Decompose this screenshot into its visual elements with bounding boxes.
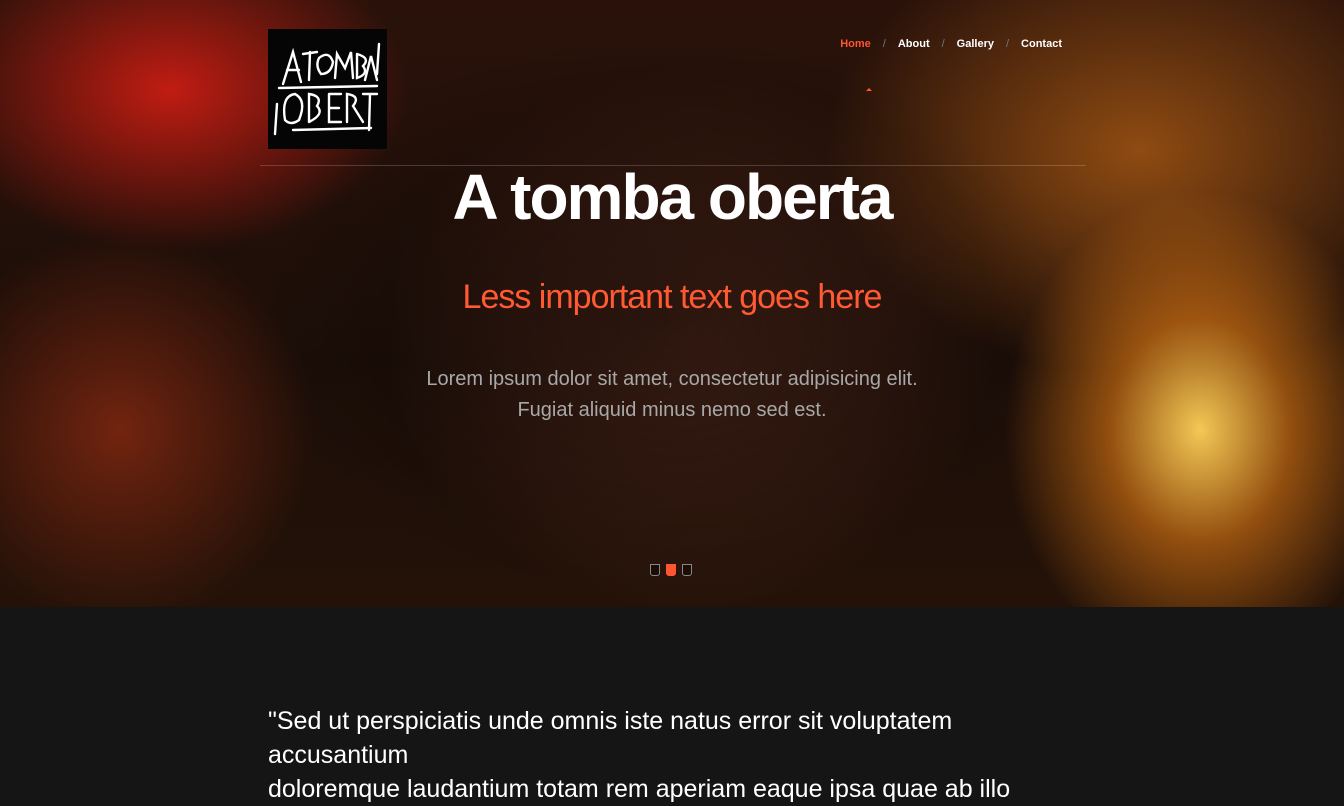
hero-slider: Home / About / Gallery / Contact A tomba… [0,0,1344,607]
nav-contact-link[interactable]: Contact [1021,38,1062,50]
testimonial-quote: "Sed ut perspiciatis unde omnis iste nat… [268,704,1088,806]
slider-dot-3[interactable] [682,564,692,576]
hero-description-line: Fugiat aliquid minus nemo sed est. [517,399,827,421]
nav-separator: / [1005,38,1010,50]
nav-separator: / [941,38,945,50]
hero-subtitle: Less important text goes here [462,278,883,316]
logo-glyph-icon [273,42,380,136]
hero-title: A tomba oberta [452,161,894,233]
nav-about-link[interactable]: About [898,38,930,50]
quote-line: "Sed ut perspiciatis unde omnis iste nat… [268,707,953,769]
main-nav: Home / About / Gallery / Contact [840,38,1062,50]
brand-logo[interactable] [268,29,387,149]
nav-gallery-link[interactable]: Gallery [957,38,994,50]
active-nav-indicator-icon [866,88,872,91]
hero-description-line: Lorem ipsum dolor sit amet, consectetur … [426,368,918,390]
quote-line: doloremque laudantium totam rem aperiam … [268,775,1011,803]
nav-home-link[interactable]: Home [840,38,871,50]
slider-dot-1[interactable] [650,564,660,576]
slider-pagination [650,564,692,576]
hero-description: Lorem ipsum dolor sit amet, consectetur … [0,364,1344,426]
nav-separator: / [882,38,886,50]
slider-dot-2[interactable] [666,564,676,576]
